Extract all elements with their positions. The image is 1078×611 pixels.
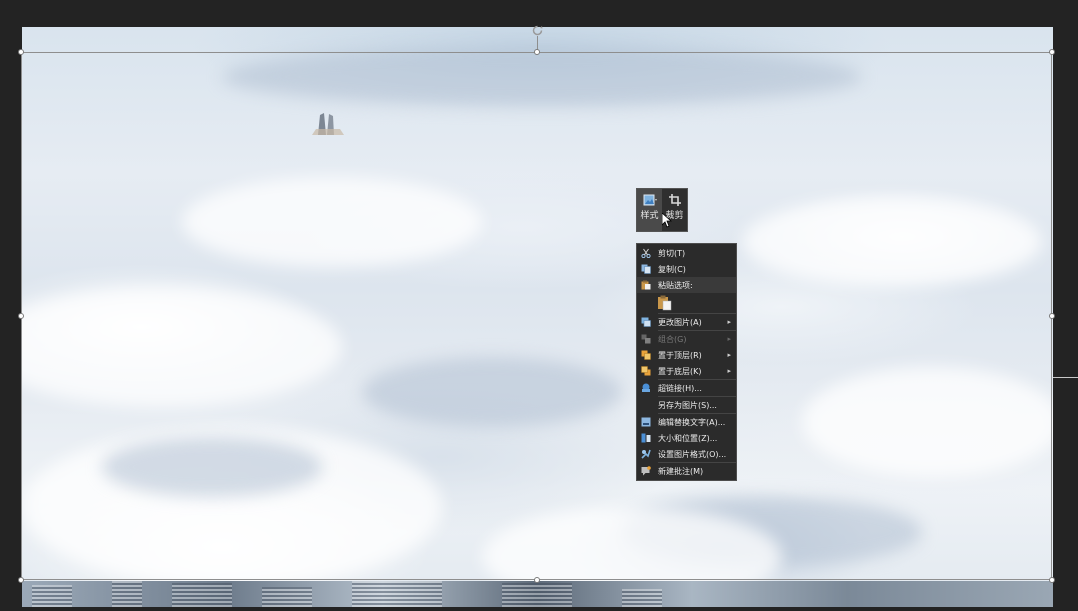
send-to-back-icon xyxy=(641,366,651,376)
style-button[interactable]: 样式 xyxy=(637,189,662,231)
context-menu: 剪切(T) 复制(C) 粘贴选项: 更改图片(A) ▸ 组合(G) ▸ 置于顶层… xyxy=(636,243,737,481)
cloud-shape xyxy=(802,367,1053,477)
menu-item-cut[interactable]: 剪切(T) xyxy=(637,245,736,261)
cloud-shape xyxy=(182,177,482,267)
editor-canvas: 样式 裁剪 剪切(T) 复制(C) 粘贴选项: 更改图片(A) ▸ 组合(G) … xyxy=(0,0,1078,611)
building-graphic xyxy=(172,583,232,607)
format-picture-icon xyxy=(641,449,651,459)
cloud-shape xyxy=(102,437,322,497)
copy-icon xyxy=(641,264,651,274)
cloud-shape xyxy=(222,47,862,107)
crop-icon xyxy=(668,194,681,206)
cloud-shape xyxy=(742,197,1042,287)
group-icon xyxy=(641,334,651,344)
menu-item-label: 粘贴选项: xyxy=(658,280,693,290)
building-graphic xyxy=(262,587,312,607)
paste-keep-format-icon[interactable] xyxy=(656,295,672,311)
guide-line xyxy=(1053,377,1078,378)
menu-item-format-picture[interactable]: 设置图片格式(O)... xyxy=(637,446,736,462)
menu-item-label: 剪切(T) xyxy=(658,248,686,258)
menu-item-change-picture[interactable]: 更改图片(A) ▸ xyxy=(637,314,736,330)
mouse-cursor-icon xyxy=(662,213,672,228)
building-graphic xyxy=(352,581,442,607)
menu-item-label: 编辑替换文字(A)... xyxy=(658,417,726,427)
city-skyline-strip xyxy=(22,581,1053,607)
cloud-shape xyxy=(22,287,342,407)
menu-item-label: 新建批注(M) xyxy=(658,466,704,476)
change-picture-icon xyxy=(641,317,651,327)
menu-item-label: 大小和位置(Z)... xyxy=(658,433,718,443)
picture-style-icon xyxy=(643,194,657,206)
submenu-arrow-icon: ▸ xyxy=(727,367,731,375)
resize-handle-top-right[interactable] xyxy=(1049,49,1055,55)
menu-item-label: 复制(C) xyxy=(658,264,686,274)
resize-handle-middle-right[interactable] xyxy=(1049,313,1055,319)
menu-item-save-as-picture[interactable]: 另存为图片(S)... xyxy=(637,397,736,413)
paste-options-row xyxy=(637,293,736,313)
submenu-arrow-icon: ▸ xyxy=(727,351,731,359)
selected-picture[interactable] xyxy=(22,27,1053,607)
size-position-icon xyxy=(641,433,651,443)
menu-item-label: 置于底层(K) xyxy=(658,366,702,376)
building-graphic xyxy=(622,589,662,607)
menu-item-paste-options: 粘贴选项: xyxy=(637,277,736,293)
resize-handle-bottom-right[interactable] xyxy=(1049,577,1055,583)
menu-item-label: 组合(G) xyxy=(658,334,687,344)
hyperlink-icon xyxy=(642,383,650,392)
menu-item-edit-alt-text[interactable]: 编辑替换文字(A)... xyxy=(637,414,736,430)
menu-item-label: 另存为图片(S)... xyxy=(658,400,717,410)
menu-item-new-comment[interactable]: 新建批注(M) xyxy=(637,463,736,479)
resize-handle-bottom-left[interactable] xyxy=(18,577,24,583)
menu-item-send-to-back[interactable]: 置于底层(K) ▸ xyxy=(637,363,736,379)
menu-item-label: 设置图片格式(O)... xyxy=(658,449,727,459)
resize-handle-top-left[interactable] xyxy=(18,49,24,55)
menu-item-label: 超链接(H)... xyxy=(658,383,702,393)
building-graphic xyxy=(502,583,572,607)
style-button-label: 样式 xyxy=(640,211,659,221)
resize-handle-middle-left[interactable] xyxy=(18,313,24,319)
alt-text-icon xyxy=(641,417,651,427)
menu-item-copy[interactable]: 复制(C) xyxy=(637,261,736,277)
submenu-arrow-icon: ▸ xyxy=(727,335,731,343)
cloud-shape xyxy=(362,357,622,427)
resize-handle-bottom-center[interactable] xyxy=(534,577,540,583)
menu-item-label: 更改图片(A) xyxy=(658,317,702,327)
resize-handle-top-center[interactable] xyxy=(534,49,540,55)
tower-top-graphic xyxy=(312,113,344,135)
menu-item-size-and-position[interactable]: 大小和位置(Z)... xyxy=(637,430,736,446)
paste-icon xyxy=(641,280,651,290)
bring-to-front-icon xyxy=(641,350,651,360)
building-graphic xyxy=(112,581,142,607)
building-graphic xyxy=(32,585,72,607)
rotate-handle-icon[interactable] xyxy=(532,25,543,36)
scissors-icon xyxy=(641,248,651,258)
menu-item-label: 置于顶层(R) xyxy=(658,350,702,360)
menu-item-bring-to-front[interactable]: 置于顶层(R) ▸ xyxy=(637,347,736,363)
new-comment-icon xyxy=(641,466,651,476)
menu-item-group: 组合(G) ▸ xyxy=(637,331,736,347)
menu-item-hyperlink[interactable]: 超链接(H)... xyxy=(637,380,736,396)
submenu-arrow-icon: ▸ xyxy=(727,318,731,326)
